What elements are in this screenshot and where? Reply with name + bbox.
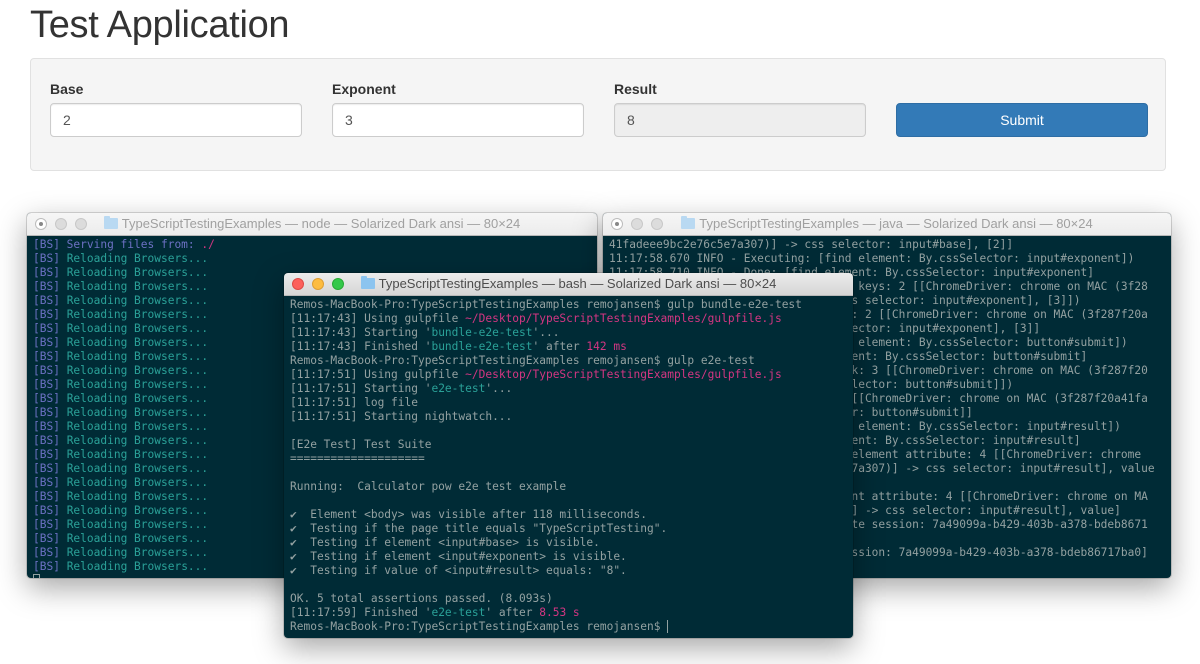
reload-line: [BS] Reloading Browsers... bbox=[33, 462, 209, 475]
reload-line: [BS] Reloading Browsers... bbox=[33, 378, 209, 391]
reload-line: [BS] Reloading Browsers... bbox=[33, 518, 209, 531]
reload-line: [BS] Reloading Browsers... bbox=[33, 364, 209, 377]
reload-line: [BS] Reloading Browsers... bbox=[33, 504, 209, 517]
reload-line: [BS] Reloading Browsers... bbox=[33, 434, 209, 447]
result-label: Result bbox=[614, 81, 657, 97]
assertion-line: ✔ Testing if element <input#exponent> is… bbox=[290, 550, 627, 563]
result-input[interactable] bbox=[614, 103, 866, 137]
log-line: 41fadeee9bc2e76c5e7a307)] -> css selecto… bbox=[609, 238, 1014, 251]
folder-icon bbox=[360, 276, 375, 289]
check-icon: ✔ bbox=[290, 522, 297, 535]
check-icon: ✔ bbox=[290, 564, 297, 577]
reload-line: [BS] Reloading Browsers... bbox=[33, 392, 209, 405]
reload-line: [BS] Reloading Browsers... bbox=[33, 448, 209, 461]
terminal-title: TypeScriptTestingExamples — node — Solar… bbox=[121, 216, 521, 231]
terminal-titlebar[interactable]: TypeScriptTestingExamples — bash — Solar… bbox=[284, 273, 853, 296]
reload-line: [BS] Reloading Browsers... bbox=[33, 476, 209, 489]
reload-line: [BS] Reloading Browsers... bbox=[33, 280, 209, 293]
assertion-line: ✔ Testing if element <input#base> is vis… bbox=[290, 536, 600, 549]
reload-line: [BS] Reloading Browsers... bbox=[33, 266, 209, 279]
log-line: [11:17:51] log file bbox=[290, 396, 418, 409]
reload-line: [BS] Reloading Browsers... bbox=[33, 322, 209, 335]
suite-title: [E2e Test] Test Suite bbox=[290, 438, 432, 451]
log-line: [11:17:51] Starting 'e2e-test'... bbox=[290, 382, 513, 395]
prompt-line: Remos-MacBook-Pro:TypeScriptTestingExamp… bbox=[290, 620, 669, 633]
assertion-line: ✔ Testing if the page title equals "Type… bbox=[290, 522, 668, 535]
assertion-line: ✔ Testing if value of <input#result> equ… bbox=[290, 564, 627, 577]
page-title: Test Application bbox=[30, 4, 290, 46]
terminal-output[interactable]: Remos-MacBook-Pro:TypeScriptTestingExamp… bbox=[284, 296, 853, 636]
log-line: [11:17:43] Using gulpfile ~/Desktop/Type… bbox=[290, 312, 782, 325]
reload-line: [BS] Reloading Browsers... bbox=[33, 406, 209, 419]
log-line: 11:17:58.670 INFO - Executing: [find ele… bbox=[609, 252, 1135, 265]
suite-rule: ==================== bbox=[290, 452, 425, 465]
terminal-titlebar[interactable]: TypeScriptTestingExamples — node — Solar… bbox=[27, 213, 597, 236]
folder-icon bbox=[681, 216, 696, 229]
reload-line: [BS] Reloading Browsers... bbox=[33, 546, 209, 559]
reload-line: [BS] Reloading Browsers... bbox=[33, 560, 209, 573]
summary-line: OK. 5 total assertions passed. (8.093s) bbox=[290, 592, 553, 605]
reload-line: [BS] Reloading Browsers... bbox=[33, 490, 209, 503]
base-input[interactable] bbox=[50, 103, 302, 137]
reload-line: [BS] Reloading Browsers... bbox=[33, 294, 209, 307]
reload-line: [BS] Reloading Browsers... bbox=[33, 252, 209, 265]
log-line: [11:17:59] Finished 'e2e-test' after 8.5… bbox=[290, 606, 580, 619]
prompt-line: Remos-MacBook-Pro:TypeScriptTestingExamp… bbox=[290, 354, 755, 367]
submit-button[interactable]: Submit bbox=[896, 103, 1148, 137]
reload-line: [BS] Reloading Browsers... bbox=[33, 420, 209, 433]
log-line: [11:17:43] Finished 'bundle-e2e-test' af… bbox=[290, 340, 627, 353]
terminal-window-bash[interactable]: TypeScriptTestingExamples — bash — Solar… bbox=[284, 273, 853, 638]
calculator-form: Base Exponent Result Submit bbox=[30, 58, 1166, 171]
log-line: [11:17:51] Starting nightwatch... bbox=[290, 410, 513, 423]
terminal-cursor bbox=[33, 574, 40, 578]
terminal-cursor bbox=[667, 620, 669, 633]
exponent-input[interactable] bbox=[332, 103, 584, 137]
check-icon: ✔ bbox=[290, 508, 297, 521]
serving-line: [BS] Serving files from: ./ bbox=[33, 238, 215, 251]
base-label: Base bbox=[50, 81, 84, 97]
check-icon: ✔ bbox=[290, 550, 297, 563]
log-line: [11:17:51] Using gulpfile ~/Desktop/Type… bbox=[290, 368, 782, 381]
reload-line: [BS] Reloading Browsers... bbox=[33, 532, 209, 545]
folder-icon bbox=[103, 216, 118, 229]
reload-line: [BS] Reloading Browsers... bbox=[33, 336, 209, 349]
terminal-titlebar[interactable]: TypeScriptTestingExamples — java — Solar… bbox=[603, 213, 1171, 236]
reload-line: [BS] Reloading Browsers... bbox=[33, 350, 209, 363]
check-icon: ✔ bbox=[290, 536, 297, 549]
exponent-label: Exponent bbox=[332, 81, 396, 97]
assertion-line: ✔ Element <body> was visible after 118 m… bbox=[290, 508, 647, 521]
running-line: Running: Calculator pow e2e test example bbox=[290, 480, 567, 493]
terminal-title: TypeScriptTestingExamples — bash — Solar… bbox=[378, 276, 777, 291]
prompt-line: Remos-MacBook-Pro:TypeScriptTestingExamp… bbox=[290, 298, 802, 311]
log-line: [11:17:43] Starting 'bundle-e2e-test'... bbox=[290, 326, 560, 339]
reload-line: [BS] Reloading Browsers... bbox=[33, 308, 209, 321]
terminal-title: TypeScriptTestingExamples — java — Solar… bbox=[699, 216, 1093, 231]
